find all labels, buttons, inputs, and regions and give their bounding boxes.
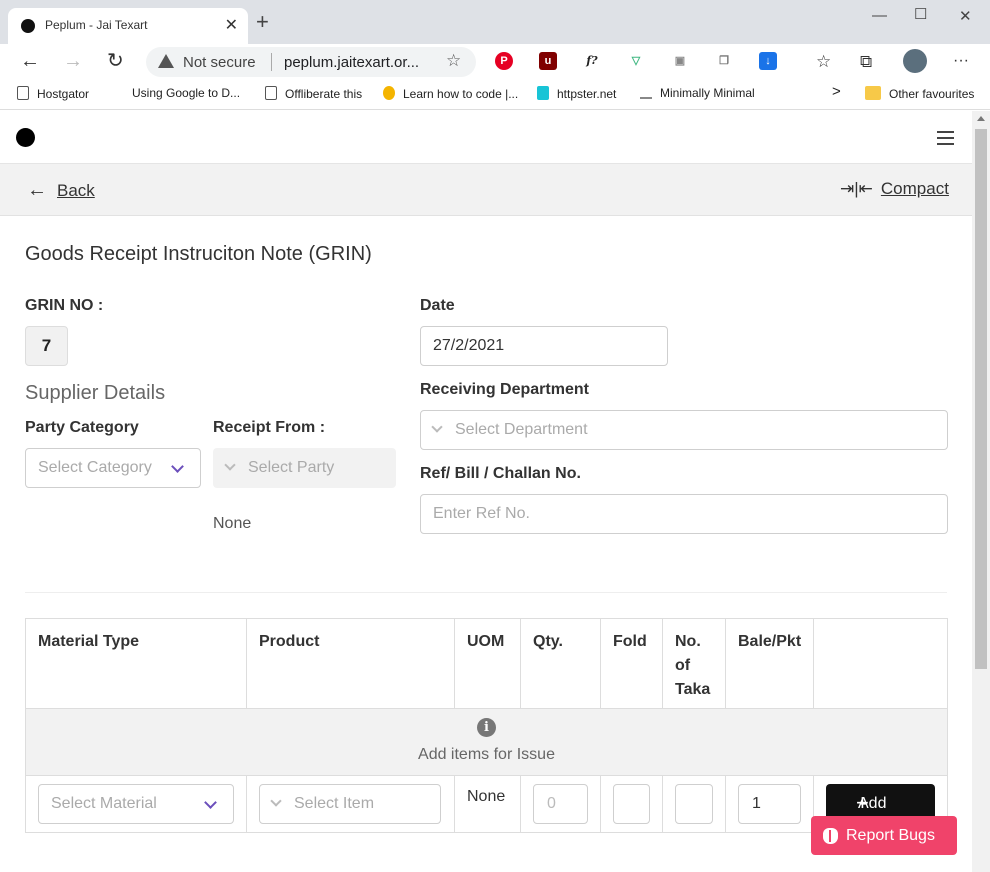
scroll-up-icon[interactable] xyxy=(977,116,985,121)
cast-icon[interactable]: ▣ xyxy=(671,52,689,70)
party-category-placeholder: Select Category xyxy=(38,459,152,476)
bookmark-minimally-minimal[interactable]: Minimally Minimal xyxy=(640,86,755,100)
bookmark-google[interactable]: Using Google to D... xyxy=(132,86,240,100)
col-material-type: Material Type xyxy=(26,619,247,708)
material-select[interactable]: Select Material xyxy=(38,784,234,824)
folder-icon xyxy=(865,86,881,100)
new-tab-button[interactable]: + xyxy=(256,11,269,33)
vue-devtools-icon[interactable]: ▽ xyxy=(627,52,645,70)
receipt-from-none: None xyxy=(213,515,252,532)
page-scrollbar[interactable] xyxy=(972,111,990,872)
page-icon xyxy=(17,86,29,100)
compact-icon: ⇥|⇤ xyxy=(840,179,873,198)
hamburger-menu-icon[interactable] xyxy=(937,131,954,145)
bookmarks-bar: Hostgator Using Google to D... Offlibera… xyxy=(0,80,990,110)
party-category-select[interactable]: Select Category xyxy=(25,448,201,488)
profile-avatar[interactable] xyxy=(903,49,927,73)
page-icon xyxy=(265,86,277,100)
col-uom: UOM xyxy=(455,619,521,708)
pinterest-icon[interactable]: P xyxy=(495,52,513,70)
bookmark-other-favourites[interactable]: Other favourites xyxy=(865,86,974,101)
reload-icon[interactable]: ↻ xyxy=(107,50,124,72)
col-bale-pkt: Bale/Pkt xyxy=(726,619,814,708)
ref-label: Ref/ Bill / Challan No. xyxy=(420,465,581,482)
col-qty: Qty. xyxy=(521,619,601,708)
back-link[interactable]: ← Back xyxy=(27,179,95,202)
whatfont-icon[interactable]: f? xyxy=(583,52,601,70)
receiving-department-select[interactable]: Select Department xyxy=(420,410,948,450)
party-category-label: Party Category xyxy=(25,419,139,436)
date-input[interactable]: 27/2/2021 xyxy=(420,326,668,366)
app-topbar xyxy=(0,111,972,164)
bookmark-offliberate[interactable]: Offliberate this xyxy=(265,86,362,101)
back-arrow-icon[interactable]: ← xyxy=(20,50,40,72)
chrome-icon xyxy=(383,86,395,100)
col-product: Product xyxy=(247,619,455,708)
date-label: Date xyxy=(420,297,455,314)
bookmark-httpster[interactable]: httpster.net xyxy=(537,86,616,101)
chevron-down-icon xyxy=(224,459,236,471)
chevron-down-icon xyxy=(204,796,217,809)
chevron-right-icon[interactable]: > xyxy=(832,83,841,100)
item-select[interactable]: Select Item xyxy=(259,784,441,824)
chevron-down-icon xyxy=(431,421,443,433)
close-tab-icon[interactable]: ✕ xyxy=(225,15,238,35)
page-title: Goods Receipt Instruciton Note (GRIN) xyxy=(25,243,372,265)
url-text[interactable]: peplum.jaitexart.or... xyxy=(284,54,419,71)
download-icon[interactable]: ↓ xyxy=(759,52,777,70)
report-bugs-button[interactable]: Report Bugs xyxy=(811,816,957,855)
ref-input[interactable]: Enter Ref No. xyxy=(420,494,948,534)
scrollbar-thumb[interactable] xyxy=(975,129,987,669)
more-menu-icon[interactable]: ··· xyxy=(953,50,969,72)
taka-input[interactable] xyxy=(675,784,713,824)
receiving-department-label: Receiving Department xyxy=(420,381,589,398)
grin-no-label: GRIN NO : xyxy=(25,297,104,314)
favorites-icon[interactable]: ☆ xyxy=(816,51,831,73)
col-no-of-taka: No. of Taka xyxy=(663,619,726,708)
app-logo[interactable] xyxy=(16,128,35,147)
not-secure-label: Not secure xyxy=(183,54,256,71)
bale-input[interactable]: 1 xyxy=(738,784,801,824)
empty-row: i Add items for Issue xyxy=(26,708,947,776)
info-icon: i xyxy=(477,718,496,737)
window-close-icon[interactable]: ✕ xyxy=(959,7,972,25)
copy-icon[interactable]: ❐ xyxy=(715,52,733,70)
add-favorite-icon[interactable]: ☆ xyxy=(446,51,461,71)
httpster-icon xyxy=(537,86,549,100)
arrow-left-icon: ← xyxy=(27,179,47,201)
browser-tabstrip: Peplum - Jai Texart ✕ + — ☐ ✕ xyxy=(0,0,990,44)
minimize-icon[interactable]: — xyxy=(872,7,887,24)
fold-input[interactable] xyxy=(613,784,650,824)
forward-arrow-icon[interactable]: → xyxy=(63,50,83,72)
qty-input[interactable]: 0 xyxy=(533,784,588,824)
receipt-from-select[interactable]: Select Party xyxy=(213,448,396,488)
compact-link[interactable]: ⇥|⇤ Compact xyxy=(840,179,949,199)
browser-tab[interactable]: Peplum - Jai Texart ✕ xyxy=(8,8,248,44)
grin-no-value: 7 xyxy=(25,326,68,366)
bug-icon xyxy=(823,828,838,844)
uom-value: None xyxy=(467,788,506,805)
address-bar[interactable]: Not secure peplum.jaitexart.or... ☆ xyxy=(146,47,476,77)
bookmark-hostgator[interactable]: Hostgator xyxy=(17,86,89,101)
empty-message: Add items for Issue xyxy=(418,746,555,763)
divider xyxy=(25,592,947,593)
col-fold: Fold xyxy=(601,619,663,708)
browser-toolbar: ← → ↻ Not secure peplum.jaitexart.or... … xyxy=(0,44,990,80)
chevron-down-icon xyxy=(171,460,184,473)
peplum-favicon xyxy=(21,19,35,33)
wave-icon xyxy=(640,91,652,99)
supplier-details-heading: Supplier Details xyxy=(25,382,166,404)
bookmark-learn-code[interactable]: Learn how to code |... xyxy=(383,86,518,101)
receipt-from-label: Receipt From : xyxy=(213,419,326,436)
action-bar: ← Back ⇥|⇤ Compact xyxy=(0,164,972,216)
warning-icon xyxy=(158,54,174,68)
maximize-icon[interactable]: ☐ xyxy=(914,5,927,23)
chevron-down-icon xyxy=(270,795,282,807)
page: ← Back ⇥|⇤ Compact Goods Receipt Instrucit… xyxy=(0,111,972,872)
collections-icon[interactable]: ⧉ xyxy=(860,51,872,73)
tab-title: Peplum - Jai Texart xyxy=(45,18,148,32)
ublock-icon[interactable]: u xyxy=(539,52,557,70)
